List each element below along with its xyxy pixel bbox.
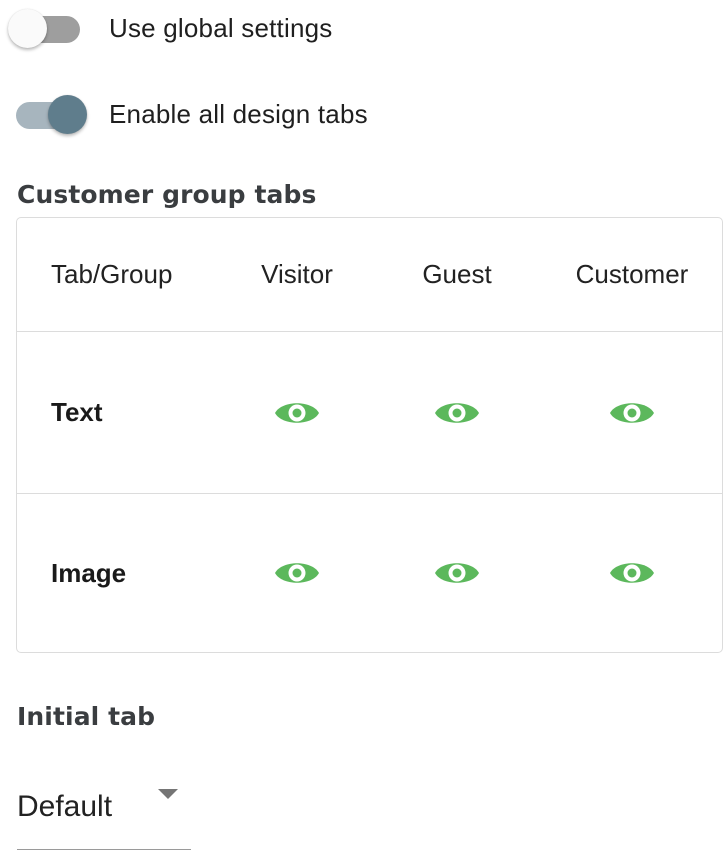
column-header-visitor: Visitor <box>261 259 333 289</box>
initial-tab-title: Initial tab <box>17 702 156 731</box>
row-label-image: Image <box>51 557 127 588</box>
toggle-knob <box>48 95 87 134</box>
visibility-toggle-text-customer[interactable] <box>567 332 697 493</box>
table-row: Text <box>17 332 722 494</box>
visibility-toggle-text-guest[interactable] <box>407 332 507 493</box>
use-global-settings-label: Use global settings <box>109 12 333 43</box>
enable-all-design-tabs-row: Enable all design tabs <box>0 94 368 134</box>
eye-icon <box>610 563 654 583</box>
enable-all-design-tabs-toggle[interactable] <box>0 94 87 134</box>
use-global-settings-row: Use global settings <box>0 8 332 48</box>
eye-icon <box>610 402 654 423</box>
dropdown-arrow-icon <box>158 789 178 799</box>
row-label-text: Text <box>51 397 103 427</box>
table-row: Image <box>17 494 722 652</box>
design-tabs-settings-panel: Use global settings Enable all design ta… <box>0 0 728 850</box>
initial-tab-selected-value: Default <box>17 790 113 823</box>
eye-icon <box>275 402 319 423</box>
visibility-toggle-text-visitor[interactable] <box>247 332 347 493</box>
eye-icon <box>435 402 479 423</box>
eye-icon <box>275 563 319 583</box>
customer-group-tabs-table: Tab/Group Visitor Guest Customer Text Im… <box>16 217 723 653</box>
visibility-toggle-image-customer[interactable] <box>567 494 697 652</box>
table-header-row: Tab/Group Visitor Guest Customer <box>17 218 722 332</box>
toggle-knob <box>8 9 47 48</box>
visibility-toggle-image-visitor[interactable] <box>247 494 347 652</box>
use-global-settings-toggle[interactable] <box>0 8 80 48</box>
customer-group-tabs-title: Customer group tabs <box>17 180 317 209</box>
initial-tab-select[interactable]: Default <box>17 770 191 850</box>
column-header-customer: Customer <box>575 259 689 289</box>
eye-icon <box>435 563 479 583</box>
visibility-toggle-image-guest[interactable] <box>407 494 507 652</box>
enable-all-design-tabs-label: Enable all design tabs <box>109 98 368 129</box>
column-header-tab-group: Tab/Group <box>51 259 173 289</box>
column-header-guest: Guest <box>422 259 492 289</box>
